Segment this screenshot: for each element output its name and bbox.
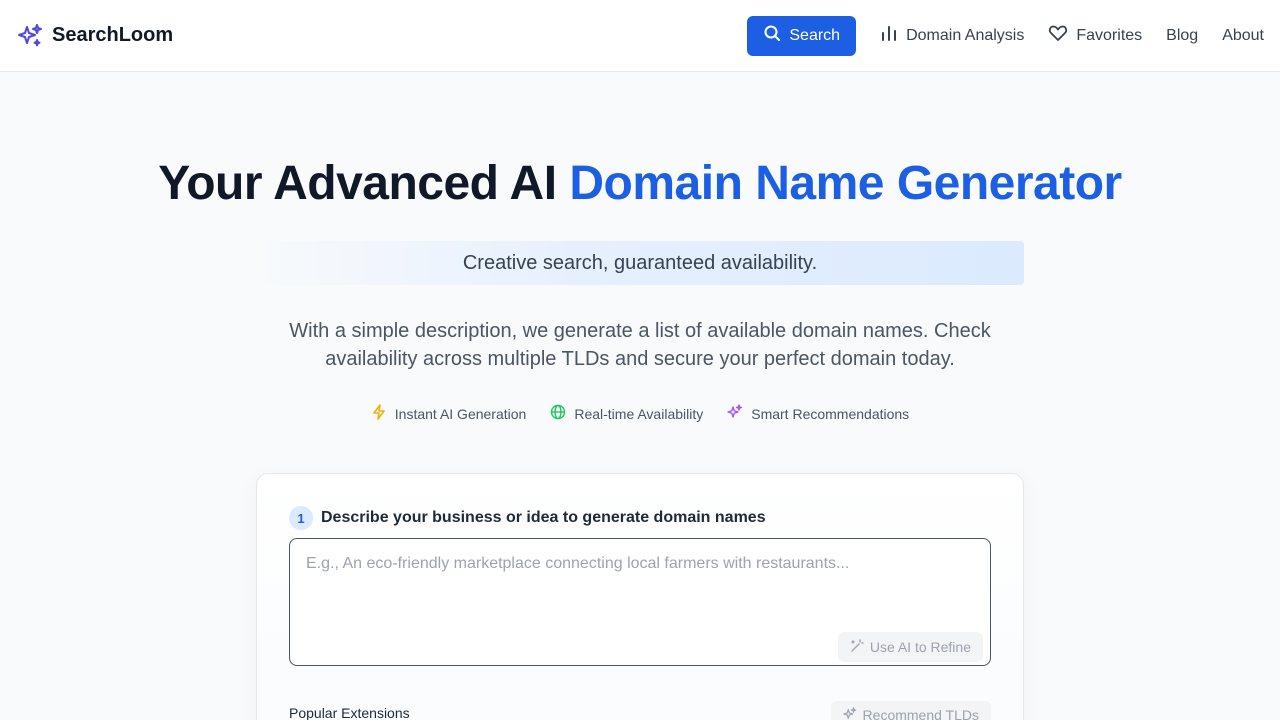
title-prefix: Your Advanced AI [158, 157, 570, 210]
nav-domain-analysis-label: Domain Analysis [906, 26, 1025, 44]
feature-label: Instant AI Generation [394, 405, 527, 422]
globe-icon [550, 404, 566, 423]
magic-wand-icon [850, 638, 864, 656]
refine-button[interactable]: Use AI to Refine [837, 632, 983, 662]
extensions-label: Popular Extensions [289, 705, 410, 720]
lightning-icon [371, 404, 387, 423]
main-nav: Search Domain Analysis Favorites Blog Ab… [747, 15, 1264, 56]
nav-domain-analysis[interactable]: Domain Analysis [880, 24, 1024, 47]
feature-label: Real-time Availability [574, 405, 704, 422]
sparkles-logo-icon [16, 22, 44, 50]
nav-blog-label: Blog [1166, 26, 1199, 44]
nav-blog[interactable]: Blog [1166, 27, 1198, 45]
step-label: Describe your business or idea to genera… [321, 509, 766, 526]
nav-about[interactable]: About [1222, 27, 1264, 45]
nav-favorites[interactable]: Favorites [1048, 23, 1142, 48]
recommend-label: Recommend TLDs [862, 707, 979, 720]
description-field-wrapper: Use AI to Refine [289, 538, 991, 666]
feature-list: Instant AI Generation Real-time Availabi… [0, 404, 1280, 423]
tagline: Creative search, guaranteed availability… [256, 241, 1024, 285]
sparkles-icon [727, 404, 743, 423]
step-header: 1 Describe your business or idea to gene… [289, 506, 766, 530]
feature-item: Real-time Availability [550, 404, 703, 423]
recommend-tlds-button[interactable]: Recommend TLDs [830, 701, 991, 720]
step-number-badge: 1 [289, 506, 313, 530]
refine-label: Use AI to Refine [869, 639, 971, 655]
feature-item: Instant AI Generation [371, 404, 527, 423]
sparkles-icon [842, 706, 857, 720]
feature-item: Smart Recommendations [727, 404, 909, 423]
search-icon [763, 24, 781, 47]
top-navbar: SearchLoom Search Domain Analysis Favori… [0, 0, 1280, 72]
brand[interactable]: SearchLoom [16, 22, 173, 50]
search-nav-label: Search [789, 26, 841, 44]
heart-icon [1048, 23, 1068, 48]
nav-about-label: About [1222, 26, 1264, 44]
brand-name: SearchLoom [52, 24, 174, 46]
nav-favorites-label: Favorites [1076, 26, 1143, 44]
search-nav-button[interactable]: Search [747, 15, 857, 56]
feature-label: Smart Recommendations [751, 405, 910, 422]
hero-description: With a simple description, we generate a… [289, 320, 991, 370]
title-accent: Domain Name Generator [569, 157, 1122, 210]
bar-chart-icon [880, 24, 898, 47]
generator-card: 1 Describe your business or idea to gene… [256, 473, 1024, 720]
page-title: Your Advanced AI Domain Name Generator [0, 156, 1280, 211]
